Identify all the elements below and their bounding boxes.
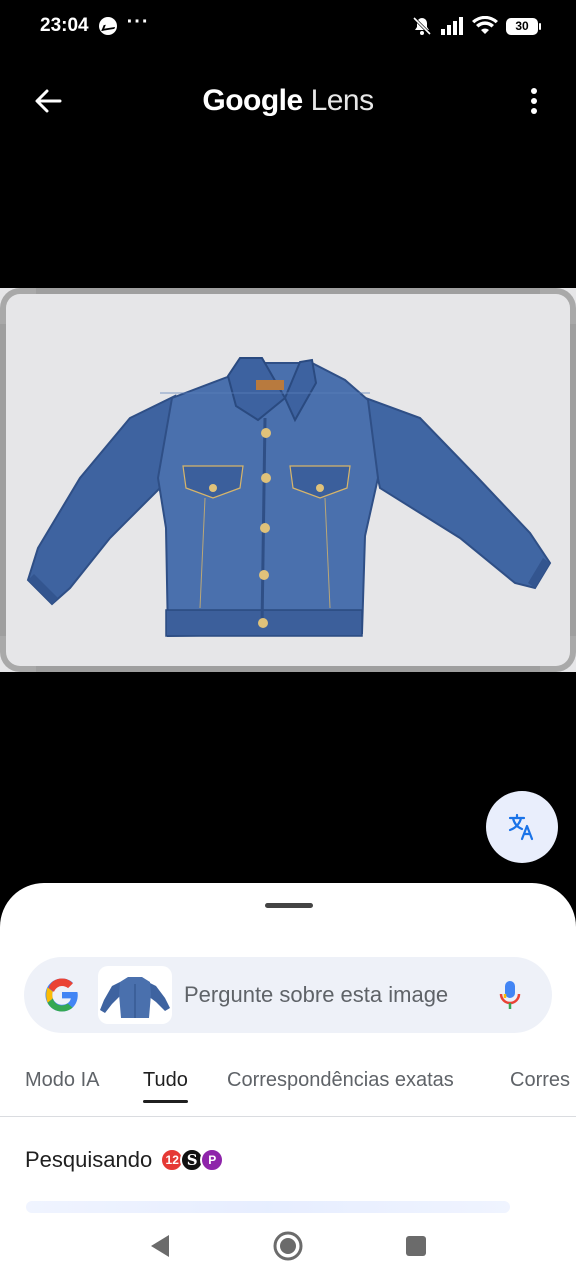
arrow-back-icon (35, 89, 62, 113)
crop-edge-top (36, 288, 540, 294)
crop-edge-left (0, 324, 6, 636)
crop-corner-top-right[interactable] (536, 288, 576, 328)
crop-edge-right (570, 324, 576, 636)
source-badges: 12 S P (160, 1148, 225, 1172)
search-input[interactable]: Pergunte sobre esta image (184, 982, 472, 1008)
nav-back-button[interactable] (140, 1226, 180, 1266)
app-title-google: Google (202, 84, 303, 117)
tab-correspondencias-more[interactable]: Corres (510, 1065, 570, 1105)
crop-corner-bottom-right[interactable] (536, 632, 576, 672)
app-title: Google Lens (0, 84, 576, 118)
home-circle-icon (273, 1231, 303, 1261)
searching-label: Pesquisando (25, 1147, 153, 1172)
status-bar: 23:04 ··· 30 (0, 0, 576, 52)
nav-home-button[interactable] (268, 1226, 308, 1266)
status-left: 23:04 ··· (40, 11, 150, 37)
messenger-icon (98, 17, 117, 35)
signal-icon (441, 17, 463, 35)
status-right: 30 (412, 16, 541, 36)
more-dots-icon: ··· (126, 10, 150, 33)
wifi-icon (472, 16, 498, 34)
tab-modo-ia[interactable]: Modo IA (25, 1065, 99, 1105)
source-badge-icon: P (200, 1148, 225, 1172)
image-thumbnail[interactable] (98, 966, 172, 1024)
jacket-thumbnail-image (100, 977, 170, 1018)
searching-status: Pesquisando 12 S P (25, 1147, 225, 1173)
more-options-button[interactable] (514, 81, 554, 121)
translate-button[interactable] (486, 791, 558, 863)
crop-corner-bottom-left[interactable] (0, 632, 40, 672)
translate-icon (508, 813, 534, 841)
mic-icon[interactable] (492, 977, 528, 1013)
recents-square-icon (406, 1236, 426, 1256)
back-button[interactable] (28, 81, 68, 121)
crop-edge-bottom (36, 666, 540, 672)
denim-jacket-image (26, 357, 552, 638)
tab-tudo[interactable]: Tudo (143, 1065, 188, 1105)
tab-correspondencias-exatas[interactable]: Correspondências exatas (227, 1065, 454, 1105)
google-g-icon (45, 978, 78, 1012)
battery-indicator: 30 (506, 17, 541, 35)
results-tabs: Modo IA Tudo Correspondências exatas Cor… (0, 1065, 576, 1117)
mute-icon (412, 16, 432, 36)
sheet-drag-handle[interactable] (265, 903, 313, 908)
status-time: 23:04 (40, 15, 89, 36)
nav-recents-button[interactable] (396, 1226, 436, 1266)
system-navigation-bar (0, 1212, 576, 1280)
app-title-lens: Lens (310, 84, 375, 117)
back-triangle-icon (151, 1235, 169, 1257)
search-box[interactable]: Pergunte sobre esta image (24, 957, 552, 1033)
crop-corner-top-left[interactable] (0, 288, 40, 328)
search-image-frame[interactable] (0, 288, 576, 672)
more-vert-icon (531, 88, 537, 114)
top-app-bar: Google Lens (0, 68, 576, 134)
